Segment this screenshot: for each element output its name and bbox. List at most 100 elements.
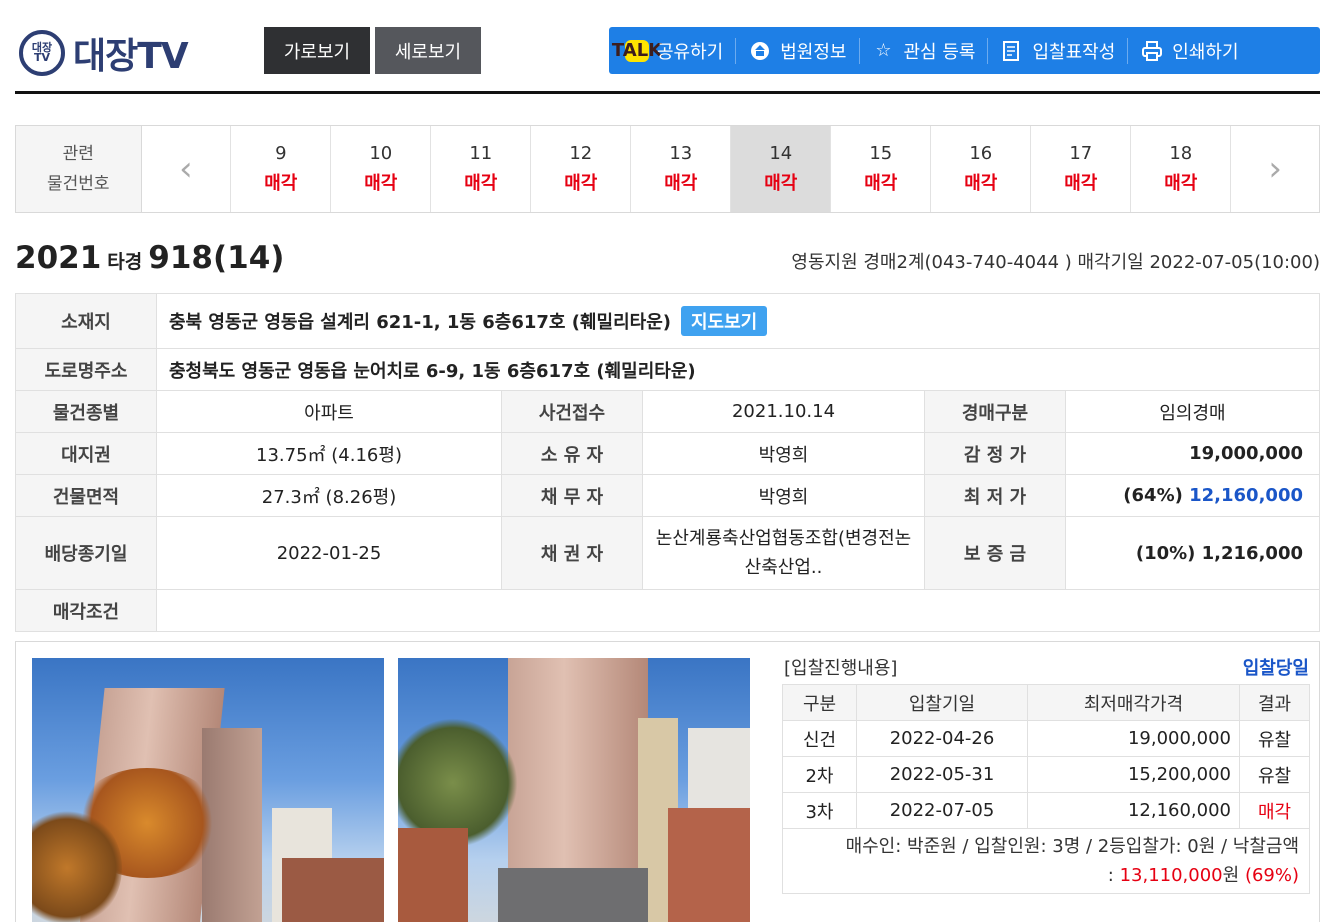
min-price-pct: (64%) bbox=[1123, 485, 1183, 506]
related-item-number: 15 bbox=[869, 143, 893, 164]
court-info-label: 법원정보 bbox=[780, 41, 847, 63]
related-item-status: 매각 bbox=[364, 173, 398, 194]
related-item-status: 매각 bbox=[664, 173, 698, 194]
related-item-number: 9 bbox=[275, 143, 287, 164]
bid-header-result: 결과 bbox=[1239, 684, 1310, 721]
related-item-status: 매각 bbox=[1064, 173, 1098, 194]
min-price-label: 최 저 가 bbox=[924, 474, 1066, 517]
bid-round: 2차 bbox=[782, 756, 857, 793]
court-info-button[interactable]: 법원정보 bbox=[736, 37, 860, 64]
related-item-14[interactable]: 14 매각 bbox=[731, 126, 832, 212]
winning-bid-unit: 원 bbox=[1222, 865, 1240, 886]
bid-min-price: 12,160,000 bbox=[1027, 792, 1240, 829]
property-photo-1[interactable] bbox=[32, 658, 384, 922]
print-button[interactable]: 인쇄하기 bbox=[1128, 38, 1250, 64]
buyer-summary: 매수인: 박준원 / 입찰인원: 3명 / 2등입찰가: 0원 / 낙찰금액 bbox=[845, 836, 1299, 857]
related-item-number: 11 bbox=[469, 143, 493, 164]
bid-header-min-price: 최저매각가격 bbox=[1027, 684, 1240, 721]
related-item-status: 매각 bbox=[464, 173, 498, 194]
related-item-9[interactable]: 9 매각 bbox=[231, 126, 332, 212]
auction-type-label: 경매구분 bbox=[924, 390, 1066, 433]
auction-type-value: 임의경매 bbox=[1065, 390, 1320, 433]
bid-progress-title: [입찰진행내용] bbox=[784, 658, 898, 679]
sale-condition-label: 매각조건 bbox=[15, 589, 157, 632]
chevron-right-icon[interactable]: › bbox=[1231, 126, 1319, 212]
bid-form-label: 입찰표작성 bbox=[1032, 41, 1116, 63]
related-items: 9 매각 10 매각 11 매각 12 매각 13 매각 14 매각 15 매각 16 매각 17 매각 18 매각 bbox=[231, 126, 1232, 212]
map-view-button[interactable]: 지도보기 bbox=[681, 306, 768, 336]
property-type-value: 아파트 bbox=[156, 390, 502, 433]
related-label-line1: 관련 bbox=[62, 144, 94, 164]
related-label-line2: 물건번호 bbox=[47, 174, 110, 194]
table-row: 신건 2022-04-26 19,000,000 유찰 bbox=[782, 720, 1310, 757]
property-info-table: 소재지 충북 영동군 영동읍 설계리 621-1, 1동 6층617호 (훼밀리… bbox=[15, 293, 1320, 632]
share-label: 공유하기 bbox=[657, 41, 724, 63]
bid-form-button[interactable]: 입찰표작성 bbox=[988, 37, 1129, 64]
logo-mark-icon: 대장 TV bbox=[19, 30, 65, 76]
related-items-bar: 관련 물건번호 ‹ 9 매각 10 매각 11 매각 12 매각 13 매각 14 매각 15 매각 16 매… bbox=[15, 125, 1320, 213]
bid-date: 2022-04-26 bbox=[856, 720, 1028, 757]
related-label: 관련 물건번호 bbox=[16, 126, 142, 212]
min-price-value: 12,160,000 bbox=[1189, 485, 1303, 506]
owner-value: 박영희 bbox=[642, 432, 925, 475]
kakao-talk-icon: TALK bbox=[611, 39, 663, 62]
related-item-number: 14 bbox=[769, 143, 793, 164]
related-item-number: 12 bbox=[569, 143, 593, 164]
header: 대장 TV 대장TV 가로보기 세로보기 TALK 공유하기 법원정보 ☆ 관심 … bbox=[15, 0, 1320, 94]
case-year: 2021 bbox=[15, 240, 102, 276]
debtor-label: 채 무 자 bbox=[501, 474, 643, 517]
location-label: 소재지 bbox=[15, 293, 157, 349]
related-item-11[interactable]: 11 매각 bbox=[431, 126, 532, 212]
related-item-status: 매각 bbox=[1164, 173, 1198, 194]
related-item-number: 13 bbox=[669, 143, 693, 164]
land-right-value: 13.75㎡ (4.16평) bbox=[156, 432, 502, 475]
property-photo-2[interactable] bbox=[398, 658, 750, 922]
court-icon bbox=[748, 40, 772, 62]
related-item-17[interactable]: 17 매각 bbox=[1031, 126, 1132, 212]
dividend-deadline-value: 2022-01-25 bbox=[156, 516, 502, 590]
related-item-number: 18 bbox=[1169, 143, 1193, 164]
print-label: 인쇄하기 bbox=[1172, 41, 1239, 63]
bottom-section: [입찰진행내용] 입찰당일 구분 입찰기일 최저매각가격 결과 신건 2022-… bbox=[15, 641, 1320, 922]
bid-round: 신건 bbox=[782, 720, 857, 757]
bid-result: 유찰 bbox=[1239, 720, 1310, 757]
owner-label: 소 유 자 bbox=[501, 432, 643, 475]
bid-min-price: 19,000,000 bbox=[1027, 720, 1240, 757]
horizontal-view-button[interactable]: 가로보기 bbox=[264, 27, 370, 74]
logo[interactable]: 대장 TV 대장TV bbox=[19, 27, 189, 79]
court-info: 영동지원 경매2계(043-740-4044 ) 매각기일 2022-07-05… bbox=[791, 252, 1320, 273]
share-button[interactable]: TALK 공유하기 bbox=[611, 37, 737, 64]
related-item-13[interactable]: 13 매각 bbox=[631, 126, 732, 212]
bid-date: 2022-07-05 bbox=[856, 792, 1028, 829]
winning-bid-amount: 13,110,000 bbox=[1119, 865, 1223, 886]
favorite-button[interactable]: ☆ 관심 등록 bbox=[860, 37, 989, 64]
location-value: 충북 영동군 영동읍 설계리 621-1, 1동 6층617호 (훼밀리타운) bbox=[169, 312, 671, 333]
appraisal-value: 19,000,000 bbox=[1065, 432, 1320, 475]
min-price-cell: (64%) 12,160,000 bbox=[1065, 474, 1320, 517]
bid-min-price: 15,200,000 bbox=[1027, 756, 1240, 793]
printer-icon bbox=[1140, 40, 1164, 62]
related-item-15[interactable]: 15 매각 bbox=[831, 126, 932, 212]
road-address-label: 도로명주소 bbox=[15, 348, 157, 391]
related-item-10[interactable]: 10 매각 bbox=[331, 126, 432, 212]
bid-date: 2022-05-31 bbox=[856, 756, 1028, 793]
bid-header-round: 구분 bbox=[782, 684, 857, 721]
appraisal-label: 감 정 가 bbox=[924, 432, 1066, 475]
related-item-16[interactable]: 16 매각 bbox=[931, 126, 1032, 212]
bid-day-link[interactable]: 입찰당일 bbox=[1243, 654, 1309, 680]
related-item-12[interactable]: 12 매각 bbox=[531, 126, 632, 212]
toolbar: TALK 공유하기 법원정보 ☆ 관심 등록 입찰표작성 인쇄하기 bbox=[609, 27, 1320, 74]
bid-result: 유찰 bbox=[1239, 756, 1310, 793]
bid-result-sold: 매각 bbox=[1239, 792, 1310, 829]
building-area-value: 27.3㎡ (8.26평) bbox=[156, 474, 502, 517]
case-title: 2021 타경 918(14) bbox=[15, 240, 284, 276]
related-item-status: 매각 bbox=[964, 173, 998, 194]
chevron-left-icon[interactable]: ‹ bbox=[142, 126, 232, 212]
sale-condition-value bbox=[156, 589, 1320, 632]
winning-bid-pct: (69%) bbox=[1244, 865, 1299, 886]
winning-bid: : 13,110,000원 (69%) bbox=[793, 861, 1299, 890]
related-item-18[interactable]: 18 매각 bbox=[1131, 126, 1232, 212]
vertical-view-button[interactable]: 세로보기 bbox=[375, 27, 481, 74]
bid-history-table: 구분 입찰기일 최저매각가격 결과 신건 2022-04-26 19,000,0… bbox=[782, 684, 1310, 829]
case-number: 918(14) bbox=[148, 240, 285, 276]
